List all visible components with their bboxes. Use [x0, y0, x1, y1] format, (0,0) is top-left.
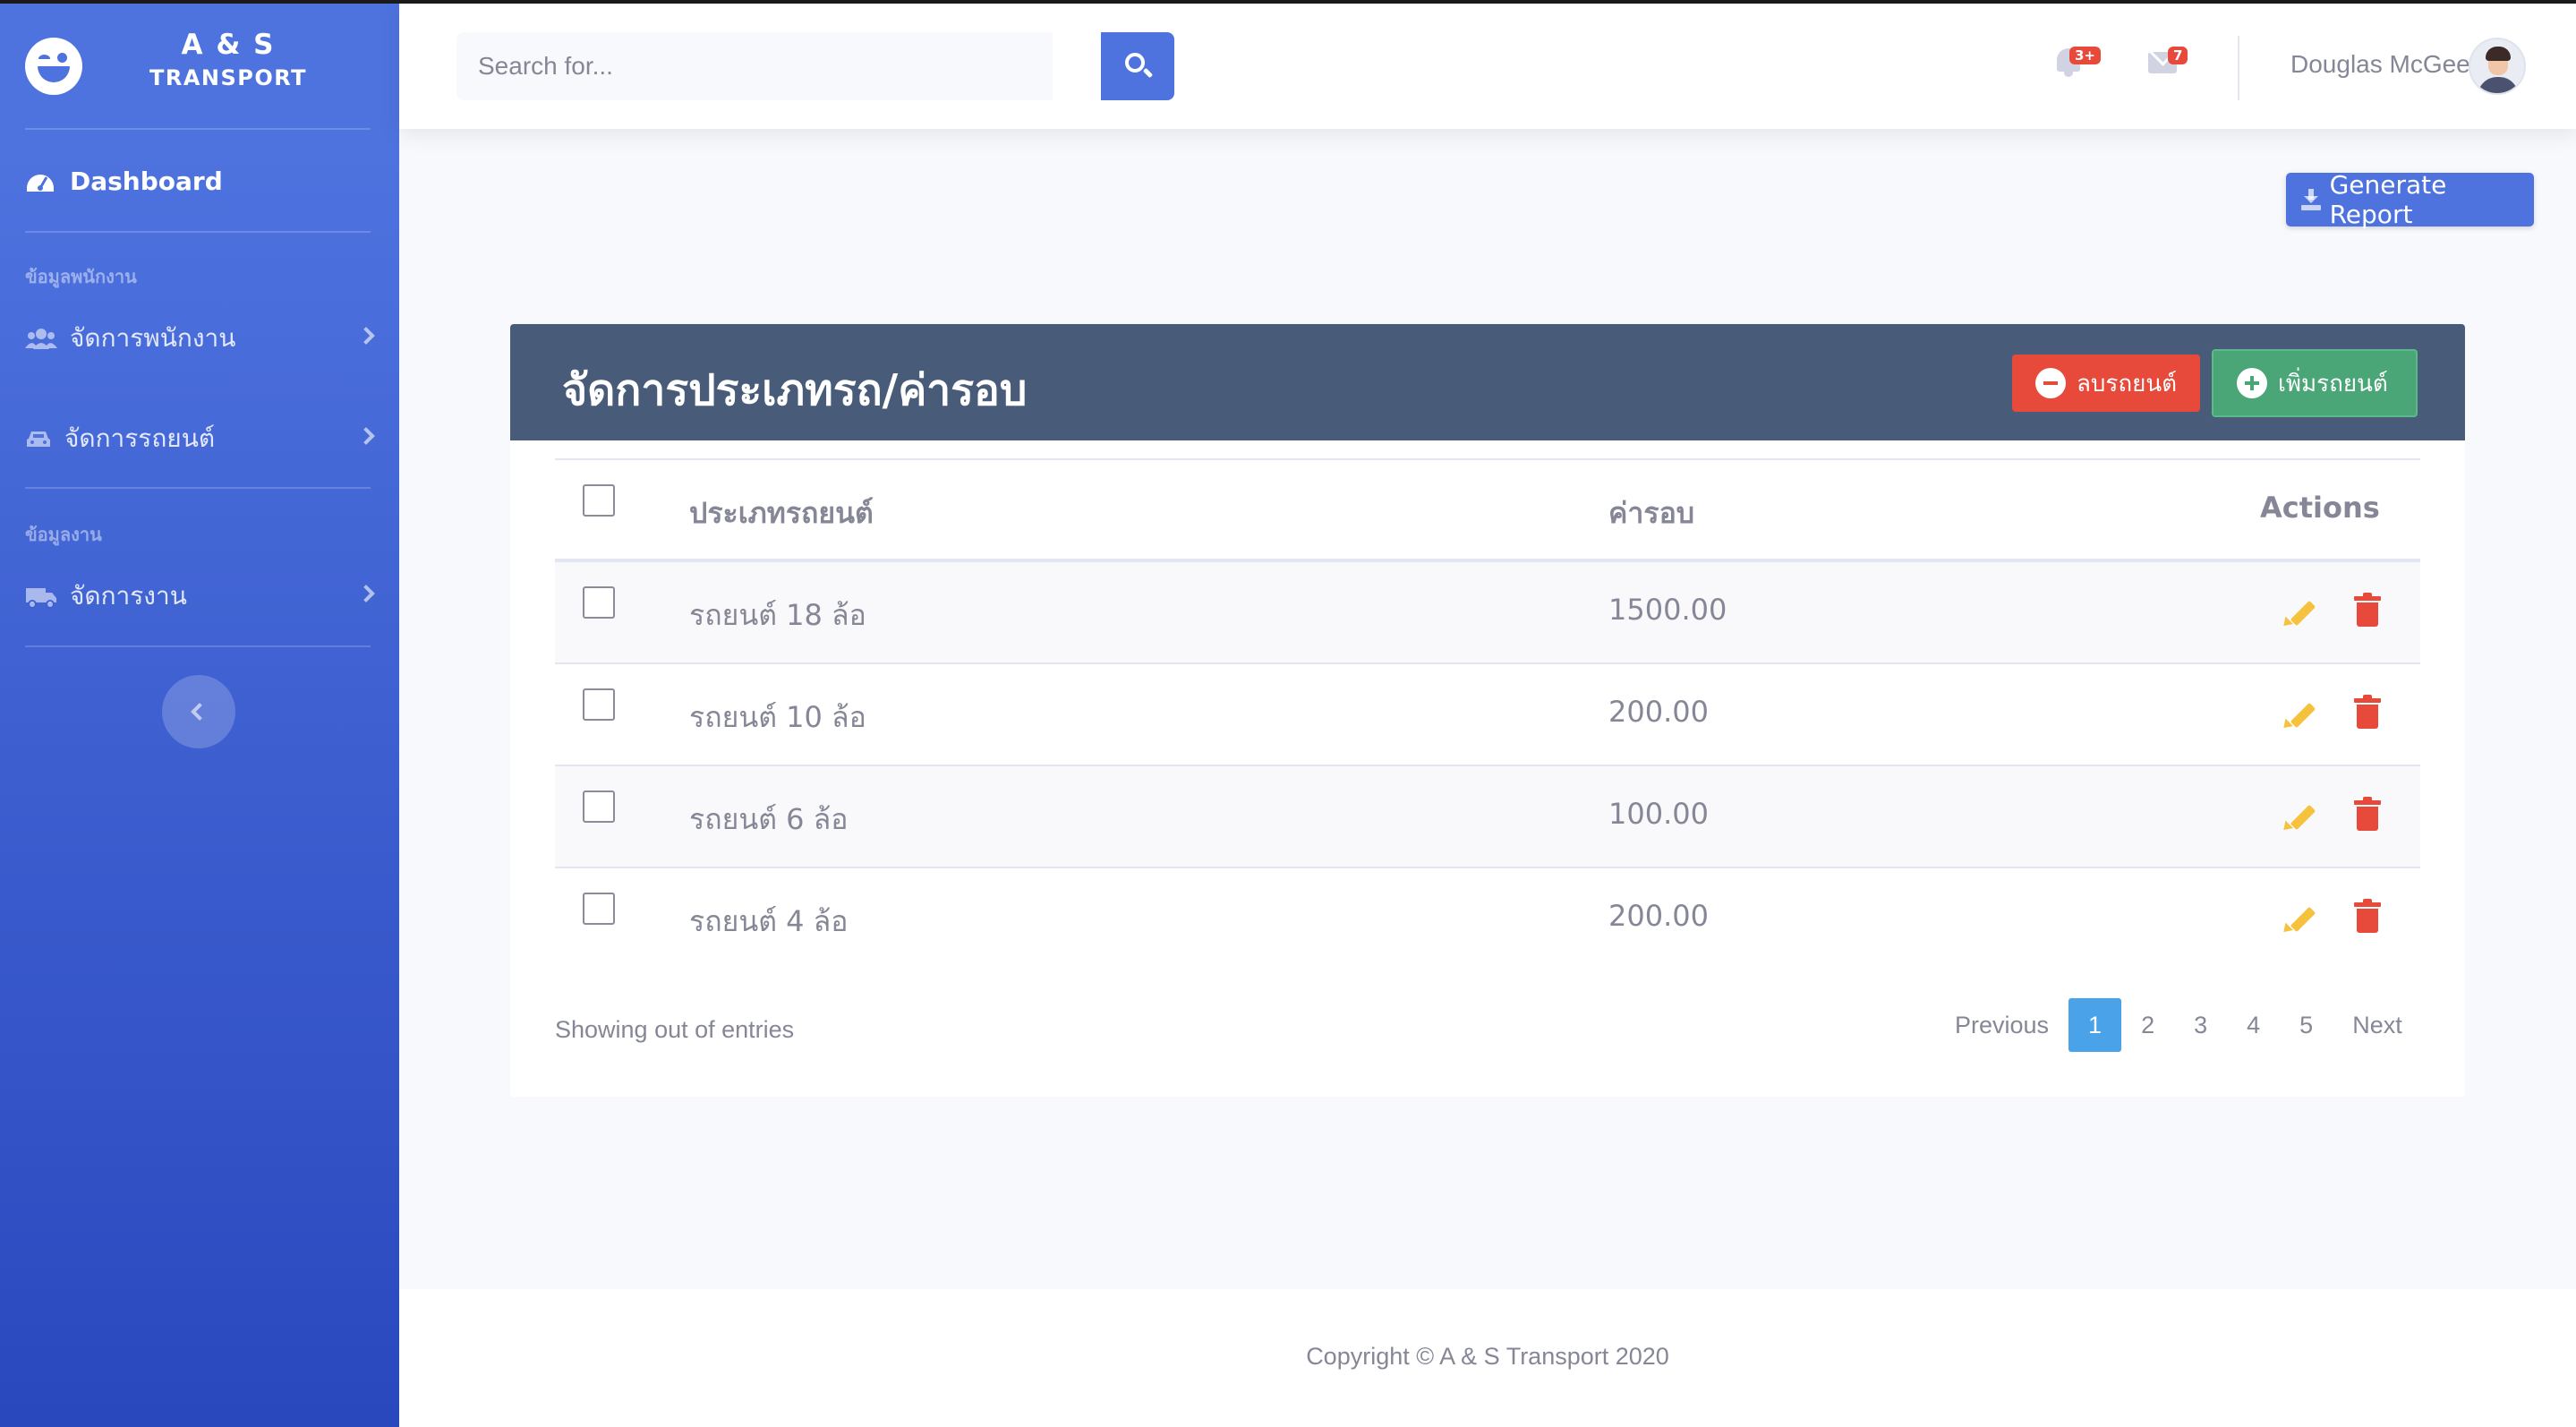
sidebar-item-label: จัดการพนักงาน [70, 323, 236, 353]
vehicle-type-card: จัดการประเภทรถ/ค่ารอบ ลบรถยนต์ เพิ่มรถยน… [510, 324, 2465, 1097]
delete-vehicle-label: ลบรถยนต์ [2077, 370, 2178, 397]
delete-trash-icon[interactable] [2354, 899, 2381, 933]
column-header-type: ประเภทรถยนต์ [689, 496, 874, 530]
sidebar-item-vehicles[interactable]: จัดการรถยนต์ [25, 412, 375, 466]
sidebar-item-employees[interactable]: จัดการพนักงาน [25, 312, 375, 365]
column-header-price: ค่ารอบ [1608, 496, 1695, 530]
edit-pencil-icon[interactable] [2280, 596, 2318, 632]
delete-trash-icon[interactable] [2354, 593, 2381, 627]
sidebar-item-label: Dashboard [70, 166, 223, 196]
page-title: จัดการประเภทรถ/ค่ารอบ [562, 365, 1028, 415]
pagination-page-3[interactable]: 3 [2174, 998, 2227, 1052]
brand[interactable]: A & S TRANSPORT [0, 25, 399, 106]
window-top-edge [0, 0, 2576, 4]
chevron-right-icon [357, 327, 375, 345]
users-icon [25, 326, 57, 351]
table-header-row: ประเภทรถยนต์ ค่ารอบ Actions [555, 458, 2420, 560]
chevron-left-icon [191, 703, 209, 721]
avatar[interactable] [2469, 38, 2526, 95]
chevron-right-icon [357, 585, 375, 602]
vehicle-type-cell: รถยนต์ 4 ล้อ [689, 904, 849, 938]
table-info: Showing out of entries [555, 1016, 795, 1043]
topbar: 3+ 7 Douglas McGee [399, 0, 2576, 129]
sidebar-heading-work: ข้อมูลงาน [25, 524, 102, 545]
table-row: รถยนต์ 10 ล้อ 200.00 [555, 662, 2420, 765]
row-checkbox[interactable] [583, 586, 615, 619]
vehicle-type-table: ประเภทรถยนต์ ค่ารอบ Actions รถยนต์ 18 ล้… [555, 458, 2420, 969]
card-header: จัดการประเภทรถ/ค่ารอบ ลบรถยนต์ เพิ่มรถยน… [510, 324, 2465, 440]
chevron-right-icon [357, 427, 375, 445]
user-name[interactable]: Douglas McGee [2290, 50, 2470, 79]
generate-report-label: Generate Report [2329, 170, 2447, 229]
pagination-page-4[interactable]: 4 [2227, 998, 2280, 1052]
topbar-divider [2238, 36, 2239, 100]
vehicle-type-cell: รถยนต์ 18 ล้อ [689, 598, 866, 632]
sidebar-item-dashboard[interactable]: Dashboard [25, 154, 374, 208]
page-footer: Copyright © A & S Transport 2020 [399, 1289, 2576, 1427]
price-cell: 200.00 [1608, 899, 1709, 933]
alerts-button[interactable]: 3+ [2051, 45, 2102, 84]
search-icon [1125, 53, 1145, 73]
sidebar-heading-employee: ข้อมูลพนักงาน [25, 266, 137, 287]
tachometer-icon [25, 168, 57, 193]
edit-pencil-icon[interactable] [2280, 800, 2318, 836]
generate-report-button[interactable]: Generate Report [2286, 170, 2534, 229]
sidebar-toggle-button[interactable] [162, 675, 235, 748]
edit-pencil-icon[interactable] [2280, 902, 2318, 938]
minus-circle-icon [2035, 368, 2066, 398]
table-row: รถยนต์ 18 ล้อ 1500.00 [555, 560, 2420, 662]
price-cell: 200.00 [1608, 695, 1709, 729]
row-checkbox[interactable] [583, 790, 615, 823]
price-cell: 1500.00 [1608, 593, 1727, 627]
copyright-text: Copyright © A & S Transport 2020 [1306, 1343, 1669, 1370]
plus-circle-icon [2237, 368, 2267, 398]
vehicle-type-cell: รถยนต์ 10 ล้อ [689, 700, 866, 734]
brand-name: A & S [181, 29, 276, 61]
price-cell: 100.00 [1608, 797, 1709, 831]
add-vehicle-label: เพิ่มรถยนต์ [2278, 370, 2388, 397]
brand-subtitle: TRANSPORT [149, 65, 308, 90]
laugh-wink-icon [25, 38, 82, 95]
sidebar-divider [25, 487, 371, 489]
select-all-checkbox[interactable] [583, 484, 615, 517]
sidebar-item-jobs[interactable]: จัดการงาน [25, 569, 375, 623]
delete-trash-icon[interactable] [2354, 797, 2381, 831]
vehicle-type-cell: รถยนต์ 6 ล้อ [689, 802, 849, 836]
sidebar-divider [25, 128, 371, 130]
sidebar-divider [25, 231, 371, 233]
column-header-actions: Actions [2260, 491, 2380, 525]
sidebar: A & S TRANSPORT Dashboard ข้อมูลพนักงาน … [0, 0, 399, 1427]
add-vehicle-button[interactable]: เพิ่มรถยนต์ [2212, 349, 2418, 417]
row-checkbox[interactable] [583, 893, 615, 925]
delete-trash-icon[interactable] [2354, 695, 2381, 729]
pagination-page-1[interactable]: 1 [2068, 998, 2122, 1052]
pagination: Previous 1 2 3 4 5 Next [1935, 998, 2422, 1052]
search-button[interactable] [1101, 32, 1174, 100]
car-icon [25, 426, 57, 451]
pagination-next[interactable]: Next [2333, 998, 2422, 1052]
messages-count-badge: 7 [2168, 47, 2188, 64]
brand-text: A & S TRANSPORT [143, 27, 313, 93]
search-input[interactable] [456, 32, 1053, 100]
truck-icon [25, 584, 57, 609]
pagination-previous[interactable]: Previous [1935, 998, 2068, 1052]
pagination-page-2[interactable]: 2 [2121, 998, 2174, 1052]
sidebar-item-label: จัดการรถยนต์ [64, 423, 216, 453]
alerts-count-badge: 3+ [2069, 47, 2102, 64]
download-icon [2301, 189, 2321, 210]
table-row: รถยนต์ 4 ล้อ 200.00 [555, 867, 2420, 969]
pagination-page-5[interactable]: 5 [2280, 998, 2333, 1052]
row-checkbox[interactable] [583, 688, 615, 721]
messages-button[interactable]: 7 [2145, 45, 2188, 84]
edit-pencil-icon[interactable] [2280, 698, 2318, 734]
sidebar-item-label: จัดการงาน [70, 581, 187, 611]
table-row: รถยนต์ 6 ล้อ 100.00 [555, 765, 2420, 867]
delete-vehicle-button[interactable]: ลบรถยนต์ [2012, 355, 2200, 412]
sidebar-divider [25, 645, 371, 647]
